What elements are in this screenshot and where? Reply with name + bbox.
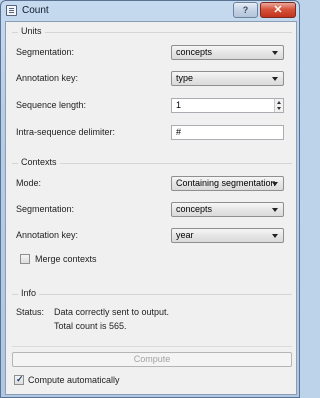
compute-button[interactable]: Compute (12, 352, 292, 367)
status-message-line2: Total count is 565. (54, 321, 127, 331)
mode-label: Mode: (16, 178, 42, 188)
delimiter-label: Intra-sequence delimiter: (16, 127, 116, 137)
units-segmentation-label: Segmentation: (16, 47, 75, 57)
status-message-line1: Data correctly sent to output. (54, 307, 170, 317)
help-button[interactable]: ? (233, 2, 258, 18)
sequence-length-value: 1 (176, 100, 182, 110)
info-group: Info Status: Data correctly sent to outp… (12, 288, 292, 344)
app-window-icon (6, 5, 17, 16)
units-group: Units Segmentation: concepts Annotation … (12, 26, 292, 166)
window-title: Count (22, 5, 49, 16)
delimiter-input[interactable]: # (171, 125, 284, 140)
units-annotation-key-value: type (176, 73, 194, 83)
chevron-down-icon (272, 182, 278, 186)
info-group-title: Info (18, 288, 40, 298)
merge-contexts-checkbox[interactable] (20, 254, 30, 264)
spin-down-icon[interactable] (277, 107, 281, 110)
contexts-annotation-key-label: Annotation key: (16, 230, 79, 240)
chevron-down-icon (272, 234, 278, 238)
mode-select[interactable]: Containing segmentation (171, 176, 284, 191)
merge-contexts-label[interactable]: Merge contexts (35, 254, 97, 264)
sequence-length-spinbox[interactable]: 1 (171, 98, 284, 113)
contexts-group-title: Contexts (18, 157, 60, 167)
compute-automatically-label[interactable]: Compute automatically (28, 375, 120, 385)
contexts-segmentation-value: concepts (176, 204, 213, 214)
chevron-down-icon (272, 51, 278, 55)
status-label: Status: (16, 307, 45, 317)
mode-value: Containing segmentation (176, 178, 276, 188)
units-group-title: Units (18, 26, 45, 36)
spin-buttons[interactable] (274, 99, 283, 112)
contexts-annotation-key-select[interactable]: year (171, 228, 284, 243)
contexts-segmentation-label: Segmentation: (16, 204, 75, 214)
spin-up-icon[interactable] (277, 101, 281, 104)
contexts-annotation-key-value: year (176, 230, 194, 240)
units-segmentation-value: concepts (176, 47, 213, 57)
delimiter-value: # (176, 127, 182, 137)
chevron-down-icon (272, 208, 278, 212)
window-frame: Count ? ✕ Units Segmentation: concepts A… (0, 0, 300, 398)
title-bar[interactable]: Count ? ✕ (1, 1, 301, 21)
compute-automatically-checkbox[interactable]: ✓ (14, 374, 24, 385)
close-button[interactable]: ✕ (260, 2, 296, 18)
chevron-down-icon (272, 77, 278, 81)
units-annotation-key-label: Annotation key: (16, 73, 79, 83)
checkmark-icon: ✓ (16, 374, 24, 384)
sequence-length-label: Sequence length: (16, 100, 87, 110)
contexts-segmentation-select[interactable]: concepts (171, 202, 284, 217)
footer-divider (12, 346, 292, 347)
units-annotation-key-select[interactable]: type (171, 71, 284, 86)
dialog-body: Units Segmentation: concepts Annotation … (5, 21, 297, 395)
units-segmentation-select[interactable]: concepts (171, 45, 284, 60)
contexts-group: Contexts Mode: Containing segmentation S… (12, 157, 292, 291)
